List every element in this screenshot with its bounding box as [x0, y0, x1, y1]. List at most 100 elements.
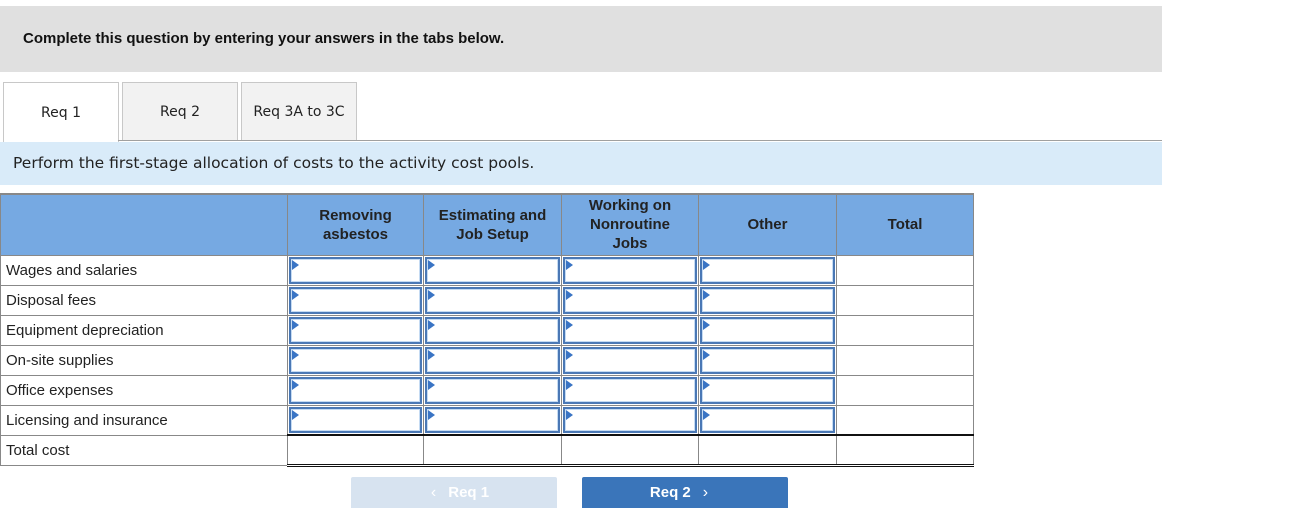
input-flag-icon: [428, 289, 435, 300]
header-blank: [0, 193, 288, 256]
amount-input[interactable]: [702, 408, 833, 431]
input-cell: [561, 404, 699, 436]
allocation-table: Removing asbestos Estimating and Job Setup…: [0, 193, 974, 467]
input-flag-icon: [703, 259, 710, 270]
amount-input[interactable]: [427, 408, 558, 431]
row-total-cell: [836, 284, 974, 316]
amount-input[interactable]: [565, 348, 695, 372]
header-working-nonroutine-jobs: Working on Nonroutine Jobs: [561, 193, 699, 256]
row-label: Wages and salaries: [0, 254, 288, 286]
input-flag-icon: [292, 259, 299, 270]
row-label: Office expenses: [0, 374, 288, 406]
input-flag-icon: [428, 259, 435, 270]
tab-req-2[interactable]: Req 2: [122, 82, 238, 140]
input-cell: [287, 404, 424, 436]
amount-input[interactable]: [427, 378, 558, 402]
input-flag-icon: [428, 409, 435, 420]
input-cell: [561, 254, 699, 286]
input-cell: [698, 374, 837, 406]
input-flag-icon: [566, 349, 573, 360]
input-flag-icon: [292, 349, 299, 360]
amount-input-box: [425, 316, 560, 344]
amount-input-box: [289, 256, 422, 284]
instructions-banner: Complete this question by entering your …: [0, 6, 1162, 72]
amount-input[interactable]: [702, 348, 833, 372]
amount-input[interactable]: [291, 408, 420, 431]
chevron-left-icon: ‹: [430, 483, 437, 501]
amount-input[interactable]: [291, 288, 420, 312]
amount-input-box: [563, 346, 697, 374]
amount-input-box: [289, 376, 422, 404]
amount-input[interactable]: [427, 348, 558, 372]
amount-input[interactable]: [702, 318, 833, 342]
amount-input[interactable]: [702, 288, 833, 312]
input-flag-icon: [428, 379, 435, 390]
amount-input[interactable]: [565, 378, 695, 402]
row-label: Disposal fees: [0, 284, 288, 316]
row-total-cell: [836, 254, 974, 286]
amount-input[interactable]: [291, 378, 420, 402]
amount-input-box: [425, 286, 560, 314]
header-estimating-job-setup: Estimating and Job Setup: [423, 193, 562, 256]
amount-input[interactable]: [702, 258, 833, 282]
input-cell: [698, 314, 837, 346]
input-flag-icon: [566, 409, 573, 420]
table-row: Office expenses: [0, 374, 974, 406]
amount-input[interactable]: [427, 288, 558, 312]
amount-input[interactable]: [427, 258, 558, 282]
next-req-button[interactable]: Req 2 ›: [582, 477, 788, 508]
amount-input[interactable]: [702, 378, 833, 402]
amount-input[interactable]: [291, 318, 420, 342]
row-total-cell: [836, 374, 974, 406]
amount-input-box: [700, 346, 835, 374]
chevron-right-icon: ›: [702, 483, 709, 501]
input-flag-icon: [292, 409, 299, 420]
input-cell: [698, 344, 837, 376]
amount-input[interactable]: [565, 288, 695, 312]
input-cell: [287, 374, 424, 406]
amount-input[interactable]: [427, 318, 558, 342]
input-flag-icon: [703, 349, 710, 360]
table-row: Equipment depreciation: [0, 314, 974, 346]
input-cell: [561, 344, 699, 376]
amount-input-box: [563, 406, 697, 433]
amount-input-box: [425, 376, 560, 404]
amount-input-box: [563, 286, 697, 314]
table-row: Wages and salaries: [0, 254, 974, 286]
total-cost-cell: [561, 434, 699, 467]
amount-input[interactable]: [565, 408, 695, 431]
table-header-row: Removing asbestos Estimating and Job Setup…: [0, 193, 974, 256]
input-cell: [287, 254, 424, 286]
amount-input[interactable]: [291, 258, 420, 282]
tab-req-1[interactable]: Req 1: [3, 82, 119, 142]
amount-input[interactable]: [565, 318, 695, 342]
input-flag-icon: [703, 289, 710, 300]
total-cost-label: Total cost: [0, 434, 288, 466]
total-cost-row: Total cost: [0, 434, 974, 467]
amount-input[interactable]: [565, 258, 695, 282]
input-cell: [423, 374, 562, 406]
amount-input-box: [700, 316, 835, 344]
next-req-label: Req 2: [649, 484, 691, 501]
input-cell: [561, 314, 699, 346]
amount-input[interactable]: [291, 348, 420, 372]
row-total-cell: [836, 314, 974, 346]
input-flag-icon: [292, 319, 299, 330]
header-total: Total: [836, 193, 974, 256]
amount-input-box: [289, 346, 422, 374]
total-cost-cell: [698, 434, 837, 467]
input-cell: [561, 374, 699, 406]
input-cell: [561, 284, 699, 316]
tab-divider: [118, 140, 1162, 141]
tab-req-3a-to-3c[interactable]: Req 3A to 3C: [241, 82, 357, 140]
total-cost-cell: [836, 434, 974, 467]
input-flag-icon: [703, 379, 710, 390]
input-cell: [698, 404, 837, 436]
amount-input-box: [425, 256, 560, 284]
input-flag-icon: [292, 289, 299, 300]
amount-input-box: [425, 406, 560, 433]
total-cost-cell: [423, 434, 562, 467]
amount-input-box: [700, 256, 835, 284]
prev-req-button[interactable]: ‹ Req 1: [351, 477, 557, 508]
amount-input-box: [563, 316, 697, 344]
